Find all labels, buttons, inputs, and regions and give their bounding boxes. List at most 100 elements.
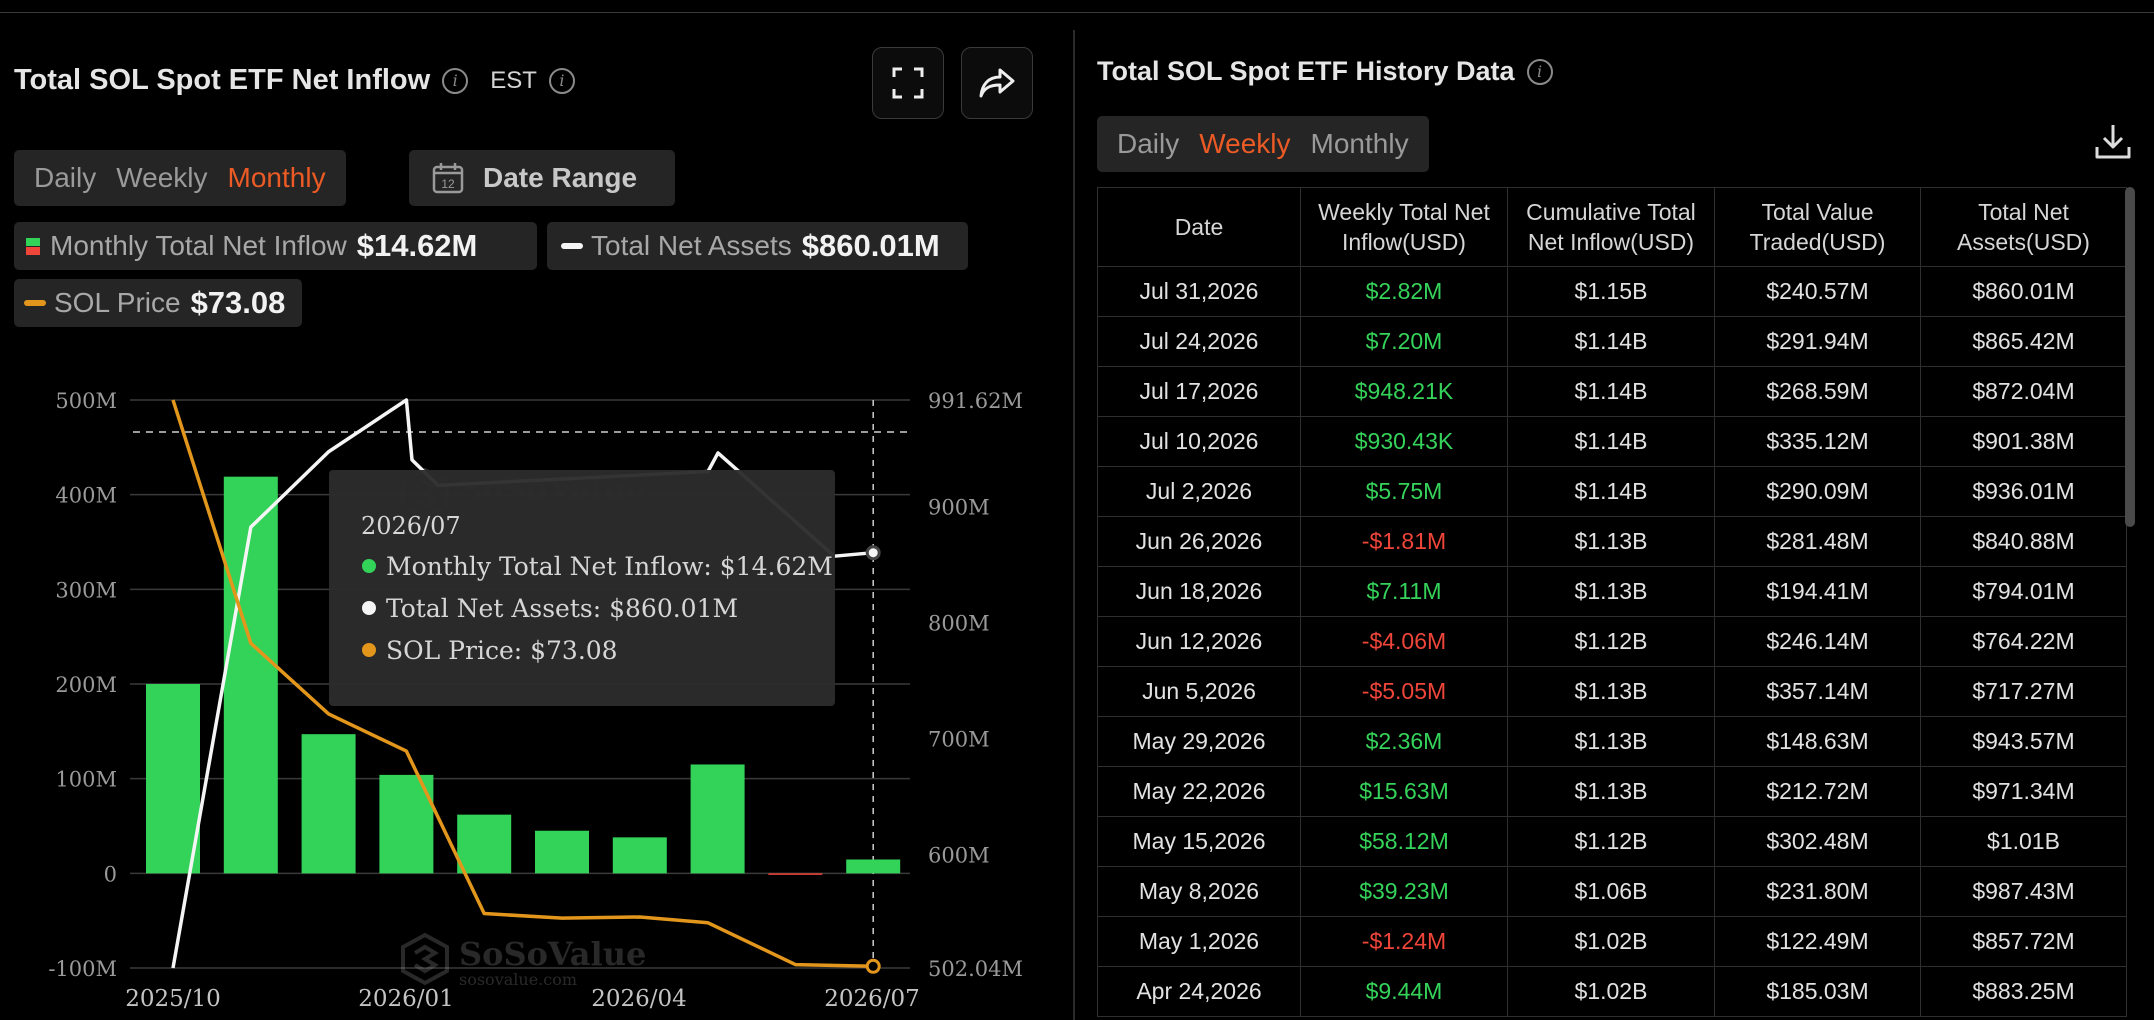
bar[interactable]	[146, 684, 200, 874]
table-cell: $1.02B	[1506, 966, 1715, 1017]
legend-price[interactable]: SOL Price $73.08	[14, 279, 302, 327]
table-cell: $290.09M	[1713, 466, 1921, 517]
bar[interactable]	[457, 814, 512, 874]
history-info-icon[interactable]: i	[1526, 58, 1553, 85]
page-title: Total SOL Spot ETF Net Inflow	[14, 64, 431, 96]
table-row[interactable]: Jul 17,2026 $948.21K $1.14B $268.59M $872.04…	[1097, 366, 2128, 417]
table-cell: $936.01M	[1919, 466, 2128, 517]
fullscreen-button[interactable]	[872, 47, 944, 119]
tooltip-price-dot	[362, 643, 376, 657]
x-tick-label: 2026/01	[358, 986, 454, 1012]
table-row[interactable]: Jun 26,2026 -$1.81M $1.13B $281.48M $840.88M	[1097, 516, 2128, 567]
bar[interactable]	[612, 837, 667, 874]
legend-assets-label: Total Net Assets	[591, 230, 792, 261]
share-button[interactable]	[961, 47, 1033, 119]
history-tab-weekly[interactable]: Weekly	[1189, 128, 1300, 160]
chart-tooltip: 2026/07 Monthly Total Net Inflow: $14.62…	[329, 470, 835, 706]
history-table: Date Weekly Total Net Inflow(USD) Cumulati…	[1097, 187, 2128, 1017]
assets-point[interactable]	[865, 545, 881, 561]
table-cell: $7.20M	[1299, 316, 1508, 367]
tooltip-assets: Total Net Assets: $860.01M	[386, 594, 738, 623]
table-row[interactable]: Jun 12,2026 -$4.06M $1.12B $246.14M $764.22M	[1097, 616, 2128, 667]
right-period-tabs: Daily Weekly Monthly	[1097, 116, 1429, 172]
legend-inflow[interactable]: Monthly Total Net Inflow $14.62M	[14, 222, 537, 270]
date-range-button[interactable]: 12 Date Range	[409, 150, 675, 206]
table-row[interactable]: May 15,2026 $58.12M $1.12B $302.48M $1.01B	[1097, 816, 2128, 867]
history-tab-daily[interactable]: Daily	[1107, 128, 1189, 160]
table-row[interactable]: Jul 24,2026 $7.20M $1.14B $291.94M $865.42M	[1097, 316, 2128, 367]
table-row[interactable]: Jul 2,2026 $5.75M $1.14B $290.09M $936.01M	[1097, 466, 2128, 517]
table-cell: $268.59M	[1713, 366, 1921, 417]
bar[interactable]	[846, 859, 901, 874]
table-cell: $281.48M	[1713, 516, 1921, 567]
table-cell: $58.12M	[1299, 816, 1508, 867]
tooltip-assets-dot	[362, 601, 376, 615]
table-cell: $930.43K	[1299, 416, 1508, 467]
table-cell: $883.25M	[1919, 966, 2128, 1017]
bar[interactable]	[301, 734, 356, 874]
table-cell: May 29,2026	[1097, 716, 1301, 767]
table-cell: -$1.24M	[1299, 916, 1508, 967]
watermark: SoSoValuesosovalue.com	[401, 932, 646, 989]
bar[interactable]	[535, 830, 589, 874]
table-cell: $2.82M	[1299, 266, 1508, 317]
table-row[interactable]: May 22,2026 $15.63M $1.13B $212.72M $971.34M	[1097, 766, 2128, 817]
svg-text:12: 12	[441, 177, 455, 191]
table-cell: $291.94M	[1713, 316, 1921, 367]
download-icon	[2095, 125, 2131, 159]
tab-weekly[interactable]: Weekly	[106, 162, 217, 194]
table-row[interactable]: May 1,2026 -$1.24M $1.02B $122.49M $857.72M	[1097, 916, 2128, 967]
table-cell: $1.13B	[1506, 716, 1715, 767]
table-row[interactable]: Jul 10,2026 $930.43K $1.14B $335.12M $901.38…	[1097, 416, 2128, 467]
history-table-header: Date Weekly Total Net Inflow(USD) Cumulati…	[1097, 187, 2128, 267]
y-tick-left: 0	[104, 862, 117, 886]
table-row[interactable]: Jun 18,2026 $7.11M $1.13B $194.41M $794.01M	[1097, 566, 2128, 617]
table-cell: May 8,2026	[1097, 866, 1301, 917]
table-cell: $148.63M	[1713, 716, 1921, 767]
table-cell: May 22,2026	[1097, 766, 1301, 817]
fullscreen-icon	[892, 67, 924, 99]
table-row[interactable]: Apr 24,2026 $9.44M $1.02B $185.03M $883.25M	[1097, 966, 2128, 1017]
table-cell: $335.12M	[1713, 416, 1921, 467]
table-cell: Jul 10,2026	[1097, 416, 1301, 467]
table-cell: $212.72M	[1713, 766, 1921, 817]
table-row[interactable]: Jul 31,2026 $2.82M $1.15B $240.57M $860.01M	[1097, 266, 2128, 317]
history-tab-monthly[interactable]: Monthly	[1301, 128, 1419, 160]
tab-monthly[interactable]: Monthly	[218, 162, 336, 194]
column-header: Date	[1097, 187, 1301, 267]
top-divider	[0, 12, 2154, 13]
legend-assets[interactable]: Total Net Assets $860.01M	[547, 222, 968, 270]
y-tick-left: 300M	[55, 578, 117, 602]
table-cell: $240.57M	[1713, 266, 1921, 317]
table-cell: Jul 17,2026	[1097, 366, 1301, 417]
table-cell: Jun 18,2026	[1097, 566, 1301, 617]
table-row[interactable]: May 8,2026 $39.23M $1.06B $231.80M $987.43M	[1097, 866, 2128, 917]
table-row[interactable]: Jun 5,2026 -$5.05M $1.13B $357.14M $717.27M	[1097, 666, 2128, 717]
inflow-chart[interactable]: 500M 400M 300M 200M 100M 0 -100M 991.62M 900M 800…	[0, 380, 1070, 1020]
table-row[interactable]: May 29,2026 $2.36M $1.13B $148.63M $943.57M	[1097, 716, 2128, 767]
table-cell: $1.13B	[1506, 666, 1715, 717]
table-cell: $122.49M	[1713, 916, 1921, 967]
tab-daily[interactable]: Daily	[24, 162, 106, 194]
table-cell: $39.23M	[1299, 866, 1508, 917]
table-cell: $1.01B	[1919, 816, 2128, 867]
table-cell: $794.01M	[1919, 566, 2128, 617]
table-cell: $1.15B	[1506, 266, 1715, 317]
table-cell: $185.03M	[1713, 966, 1921, 1017]
timezone-info-icon[interactable]: i	[548, 67, 575, 94]
tooltip-inflow: Monthly Total Net Inflow: $14.62M	[386, 552, 833, 581]
download-button[interactable]	[2093, 121, 2133, 166]
info-icon[interactable]: i	[442, 67, 469, 94]
bar[interactable]	[768, 873, 823, 875]
table-cell: Apr 24,2026	[1097, 966, 1301, 1017]
y-tick-right: 991.62M	[928, 389, 1023, 413]
table-scrollbar[interactable]	[2125, 187, 2135, 527]
table-cell: $1.12B	[1506, 616, 1715, 667]
legend-inflow-value: $14.62M	[356, 228, 478, 263]
table-cell: $860.01M	[1919, 266, 2128, 317]
bar[interactable]	[690, 764, 745, 874]
table-cell: Jun 26,2026	[1097, 516, 1301, 567]
table-cell: $9.44M	[1299, 966, 1508, 1017]
table-cell: Jul 31,2026	[1097, 266, 1301, 317]
price-point[interactable]	[865, 958, 881, 974]
